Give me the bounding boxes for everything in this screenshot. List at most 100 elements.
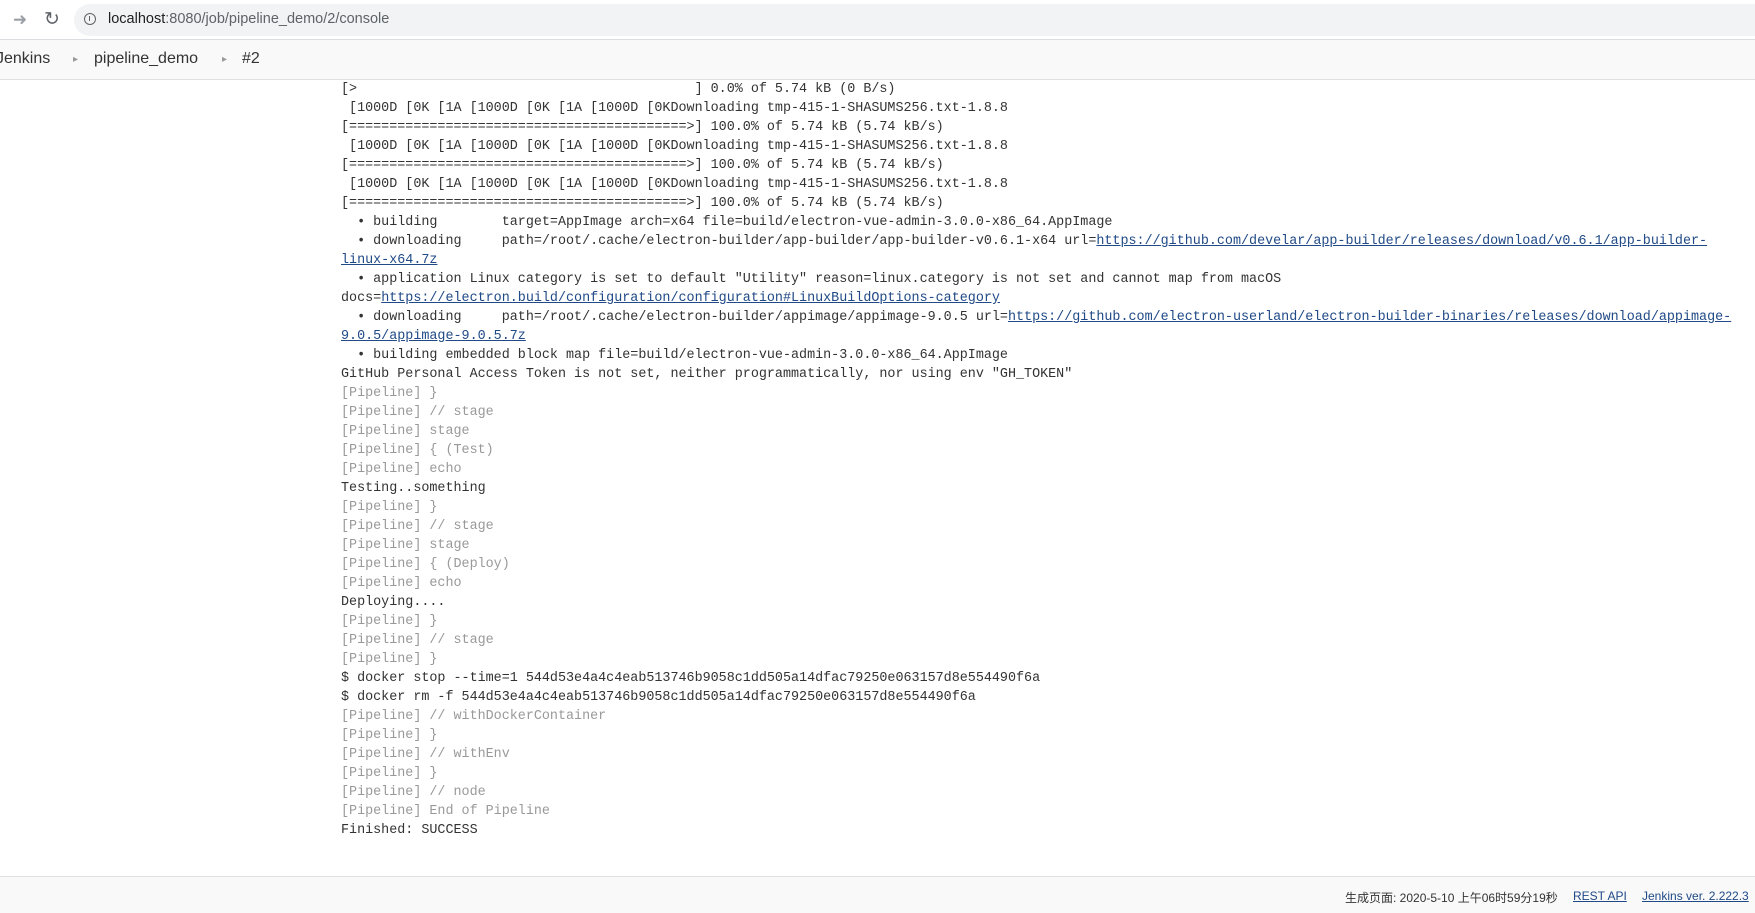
pipeline-log-line: [Pipeline] stage (341, 422, 1755, 441)
console-link[interactable]: https://electron.build/configuration/con… (381, 291, 1000, 306)
pipeline-log-line: [Pipeline] } (341, 612, 1755, 631)
breadcrumb: Jenkins ▸ pipeline_demo ▸ #2 (0, 40, 1755, 80)
console-line: • downloading path=/root/.cache/electron… (341, 308, 1755, 327)
console-line: docs=https://electron.build/configuratio… (341, 289, 1755, 308)
pipeline-log-line: [Pipeline] // node (341, 783, 1755, 802)
console-line-text: $ docker rm -f 544d53e4a4c4eab513746b905… (341, 690, 976, 705)
breadcrumb-jenkins[interactable]: Jenkins (0, 50, 50, 68)
console-line-text: [> ] 0.0% of 5.74 kB (0 B/s) (341, 82, 896, 97)
pipeline-log-line: [Pipeline] End of Pipeline (341, 802, 1755, 821)
console-line-text: • building embedded block map file=build… (341, 348, 1008, 363)
console-line-text: [Pipeline] } (341, 500, 438, 515)
console-line: [=======================================… (341, 156, 1755, 175)
pipeline-log-line: [Pipeline] // stage (341, 631, 1755, 650)
console-line: Finished: SUCCESS (341, 821, 1755, 840)
console-line-text: [Pipeline] echo (341, 462, 462, 477)
pipeline-log-line: [Pipeline] } (341, 764, 1755, 783)
reload-icon[interactable]: ↻ (41, 9, 63, 31)
url-host: localhost (108, 11, 166, 27)
console-line: • building target=AppImage arch=x64 file… (341, 213, 1755, 232)
address-bar[interactable]: localhost:8080/job/pipeline_demo/2/conso… (74, 4, 1755, 36)
browser-toolbar: ➜ ↻ localhost:8080/job/pipeline_demo/2/c… (0, 0, 1755, 40)
breadcrumb-build-number[interactable]: #2 (242, 50, 260, 68)
console-line: GitHub Personal Access Token is not set,… (341, 365, 1755, 384)
console-line-text: [Pipeline] // withDockerContainer (341, 709, 607, 724)
console-line-text: [Pipeline] // withEnv (341, 747, 510, 762)
console-line-text: Finished: SUCCESS (341, 823, 478, 838)
pipeline-log-line: [Pipeline] } (341, 498, 1755, 517)
pipeline-log-line: [Pipeline] // stage (341, 403, 1755, 422)
console-line-text: [Pipeline] } (341, 728, 438, 743)
console-line: • building embedded block map file=build… (341, 346, 1755, 365)
console-link[interactable]: 9.0.5/appimage-9.0.5.7z (341, 329, 526, 344)
console-line-text: [Pipeline] // stage (341, 633, 494, 648)
pipeline-log-line: [Pipeline] { (Deploy) (341, 555, 1755, 574)
console-line: 9.0.5/appimage-9.0.5.7z (341, 327, 1755, 346)
console-line-text: [Pipeline] // node (341, 785, 486, 800)
console-line-text: [Pipeline] stage (341, 424, 470, 439)
console-line-text: • downloading path=/root/.cache/electron… (341, 234, 1097, 249)
console-line: [=======================================… (341, 194, 1755, 213)
console-line: • downloading path=/root/.cache/electron… (341, 232, 1755, 251)
pipeline-log-line: [Pipeline] { (Test) (341, 441, 1755, 460)
console-line: • application Linux category is set to d… (341, 270, 1755, 289)
forward-arrow-icon[interactable]: ➜ (10, 10, 30, 30)
console-line-text: [Pipeline] } (341, 614, 438, 629)
console-line-text: • downloading path=/root/.cache/electron… (341, 310, 1008, 325)
console-line-text: [1000D [0K [1A [1000D [0K [1A [1000D [0K… (341, 101, 1008, 116)
console-line: Deploying.... (341, 593, 1755, 612)
console-output: [> ] 0.0% of 5.74 kB (0 B/s) [1000D [0K … (341, 80, 1755, 875)
console-line-text: [Pipeline] { (Test) (341, 443, 494, 458)
console-line: [> ] 0.0% of 5.74 kB (0 B/s) (341, 80, 1755, 99)
pipeline-log-line: [Pipeline] stage (341, 536, 1755, 555)
pipeline-log-line: [Pipeline] } (341, 384, 1755, 403)
jenkins-version-link[interactable]: Jenkins ver. 2.222.3 (1642, 889, 1749, 903)
info-icon[interactable] (84, 13, 96, 25)
console-line-text: GitHub Personal Access Token is not set,… (341, 367, 1073, 382)
url-text[interactable]: localhost:8080/job/pipeline_demo/2/conso… (108, 11, 389, 27)
console-line-text: [Pipeline] } (341, 766, 438, 781)
pipeline-log-line: [Pipeline] } (341, 650, 1755, 669)
console-line-text: [Pipeline] End of Pipeline (341, 804, 550, 819)
rest-api-link[interactable]: REST API (1573, 889, 1627, 903)
console-line: [=======================================… (341, 118, 1755, 137)
console-line: [1000D [0K [1A [1000D [0K [1A [1000D [0K… (341, 99, 1755, 118)
console-line: linux-x64.7z (341, 251, 1755, 270)
console-link[interactable]: https://github.com/develar/app-builder/r… (1096, 234, 1707, 249)
pipeline-log-line: [Pipeline] // withEnv (341, 745, 1755, 764)
console-line-text: • building target=AppImage arch=x64 file… (341, 215, 1113, 230)
console-line: $ docker rm -f 544d53e4a4c4eab513746b905… (341, 688, 1755, 707)
pipeline-log-line: [Pipeline] echo (341, 460, 1755, 479)
console-line-text: [1000D [0K [1A [1000D [0K [1A [1000D [0K… (341, 139, 1008, 154)
console-line: $ docker stop --time=1 544d53e4a4c4eab51… (341, 669, 1755, 688)
console-line-text: [Pipeline] } (341, 386, 438, 401)
console-line-text: [=======================================… (341, 196, 944, 211)
page-generated-timestamp: 生成页面: 2020-5-10 上午06时59分19秒 (1345, 891, 1558, 905)
breadcrumb-pipeline-demo[interactable]: pipeline_demo (94, 50, 198, 68)
console-line: [1000D [0K [1A [1000D [0K [1A [1000D [0K… (341, 137, 1755, 156)
pipeline-log-line: [Pipeline] // stage (341, 517, 1755, 536)
console-line-text: Testing..something (341, 481, 486, 496)
console-link[interactable]: https://github.com/electron-userland/ele… (1008, 310, 1731, 325)
console-line-text: [Pipeline] stage (341, 538, 470, 553)
console-line-text: [1000D [0K [1A [1000D [0K [1A [1000D [0K… (341, 177, 1008, 192)
console-line-text: [Pipeline] echo (341, 576, 462, 591)
console-link[interactable]: linux-x64.7z (341, 253, 437, 268)
pipeline-log-line: [Pipeline] } (341, 726, 1755, 745)
console-line-text: [=======================================… (341, 120, 944, 135)
url-path: :8080/job/pipeline_demo/2/console (165, 11, 390, 27)
console-line-text: $ docker stop --time=1 544d53e4a4c4eab51… (341, 671, 1041, 686)
console-line-text: Deploying.... (341, 595, 446, 610)
console-line-text: • application Linux category is set to d… (341, 272, 1282, 287)
console-line-text: [Pipeline] // stage (341, 519, 494, 534)
console-line-text: [Pipeline] } (341, 652, 438, 667)
console-line-text: [=======================================… (341, 158, 944, 173)
console-line-text: [Pipeline] // stage (341, 405, 494, 420)
page-footer: 生成页面: 2020-5-10 上午06时59分19秒 REST API Jen… (0, 876, 1755, 913)
chevron-right-icon: ▸ (222, 54, 228, 65)
pipeline-log-line: [Pipeline] echo (341, 574, 1755, 593)
console-line-text: docs= (341, 291, 382, 306)
pipeline-log-line: [Pipeline] // withDockerContainer (341, 707, 1755, 726)
console-line: [1000D [0K [1A [1000D [0K [1A [1000D [0K… (341, 175, 1755, 194)
console-line: Testing..something (341, 479, 1755, 498)
